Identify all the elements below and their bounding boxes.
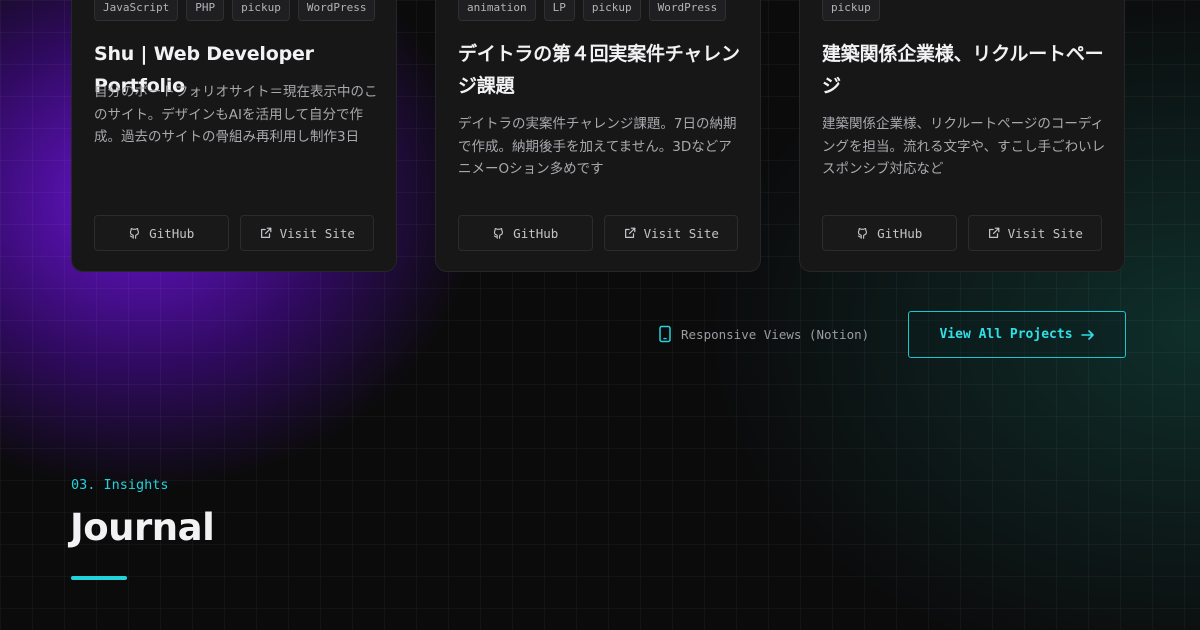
visit-site-label: Visit Site (643, 225, 719, 241)
github-label: GitHub (877, 225, 923, 241)
visit-site-button[interactable]: Visit Site (967, 215, 1102, 251)
project-title: 建築関係企業様、リクルートページ (822, 43, 1104, 97)
section-heading: Journal (70, 506, 215, 549)
github-label: GitHub (513, 225, 559, 241)
visit-site-label: Visit Site (1007, 225, 1083, 241)
tag: LP (543, 0, 575, 21)
github-button[interactable]: GitHub (94, 215, 229, 251)
tag: pickup (582, 0, 641, 21)
project-description: 自分のポートフォリオサイト＝現在表示中のこのサイト。デザインもAIを活用して自分… (94, 84, 378, 145)
external-link-icon (988, 227, 1000, 238)
external-link-icon (260, 227, 272, 238)
external-link-icon (624, 227, 636, 238)
tag: JavaScript (94, 0, 179, 21)
project-card: animation LP pickup WordPress デイトラの第４回実案… (435, 0, 761, 272)
view-all-projects-button[interactable]: View All Projects (908, 311, 1126, 358)
visit-site-button[interactable]: Visit Site (239, 215, 374, 251)
arrow-right-icon (1080, 329, 1094, 340)
project-card: JavaScript PHP pickup WordPress Shu | We… (71, 0, 397, 272)
project-actions: GitHub Visit Site (458, 215, 738, 251)
github-button[interactable]: GitHub (822, 215, 957, 251)
tag-list: JavaScript PHP pickup WordPress (94, 0, 376, 21)
github-button[interactable]: GitHub (458, 215, 593, 251)
project-title: デイトラの第４回実案件チャレンジ課題 (458, 43, 740, 97)
tag: animation (458, 0, 536, 21)
project-actions: GitHub Visit Site (822, 215, 1102, 251)
visit-site-button[interactable]: Visit Site (603, 215, 738, 251)
tag: PHP (186, 0, 225, 21)
github-icon (130, 228, 140, 239)
responsive-views-link[interactable]: Responsive Views (Notion) (658, 325, 869, 343)
responsive-views-label: Responsive Views (Notion) (681, 326, 870, 342)
project-actions: GitHub Visit Site (94, 215, 374, 251)
github-icon (494, 228, 504, 239)
tag-list: pickup (822, 0, 880, 21)
smartphone-icon (659, 325, 671, 343)
tag-list: animation LP pickup WordPress (458, 0, 727, 21)
tag: WordPress (648, 0, 727, 21)
tag: pickup (232, 0, 290, 21)
github-label: GitHub (149, 225, 195, 241)
tag: pickup (822, 0, 880, 21)
project-description: デイトラの実案件チャレンジ課題。7日の納期で作成。納期後手を加えてません。3Dな… (458, 116, 737, 177)
visit-site-label: Visit Site (279, 225, 355, 241)
section-eyebrow: 03. Insights (71, 477, 169, 493)
view-all-projects-label: View All Projects (939, 327, 1073, 342)
tag: WordPress (297, 0, 376, 21)
github-icon (858, 228, 868, 239)
heading-underline (71, 576, 127, 580)
project-card: pickup 建築関係企業様、リクルートページ 建築関係企業様、リクルートページ… (799, 0, 1125, 272)
project-description: 建築関係企業様、リクルートページのコーディングを担当。流れる文字や、すこし手ごわ… (822, 116, 1106, 177)
